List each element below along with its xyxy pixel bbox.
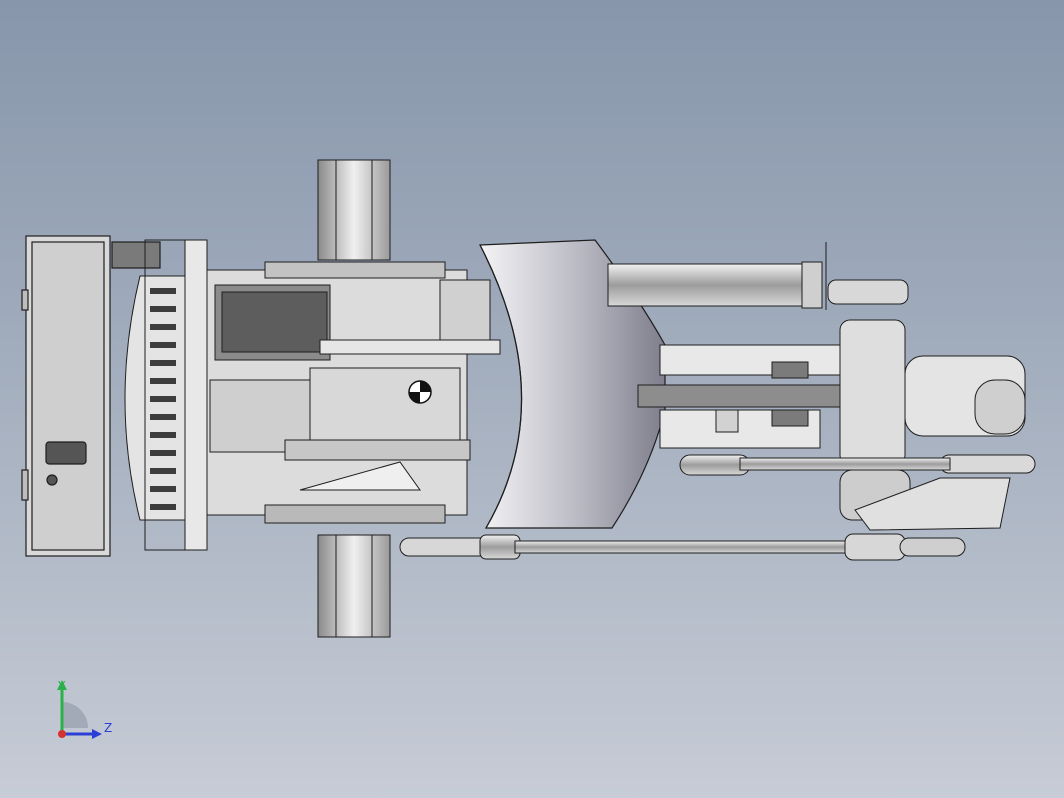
- triad-arc: [62, 702, 88, 728]
- x-axis-origin: [58, 730, 66, 738]
- robot-arm-model[interactable]: [0, 0, 1064, 798]
- y-axis-label: Y: [57, 679, 66, 693]
- view-orientation-triad: Y Z: [57, 679, 112, 739]
- center-of-mass-icon: [408, 380, 432, 404]
- z-axis-label: Z: [104, 721, 112, 735]
- wrist-assembly[interactable]: [827, 279, 1036, 531]
- slotted-bearing-ring[interactable]: [124, 239, 208, 551]
- graphics-viewport[interactable]: Y Z: [0, 0, 1064, 798]
- z-axis-arrow: [92, 729, 102, 739]
- balancer-cylinder[interactable]: [607, 242, 827, 310]
